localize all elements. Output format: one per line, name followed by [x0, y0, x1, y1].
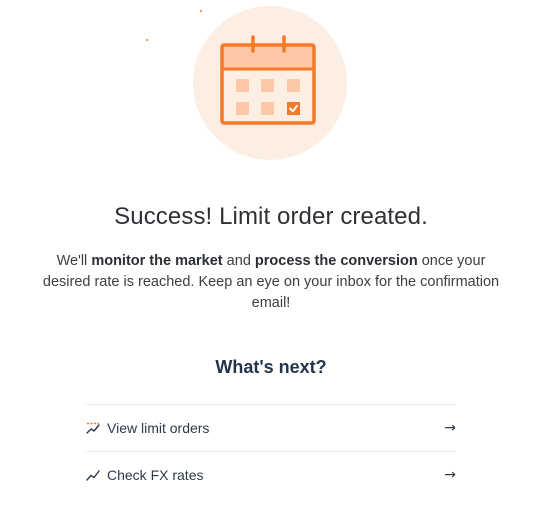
calendar-icon — [220, 35, 316, 125]
whats-next-heading: What's next? — [215, 357, 327, 377]
limit-orders-icon — [86, 421, 100, 435]
calendar-illustration — [193, 6, 347, 160]
page-title: Success! Limit order created. — [114, 203, 428, 230]
check-fx-rates-link[interactable]: Check FX rates → — [86, 452, 456, 498]
arrow-right-icon: → — [444, 420, 456, 436]
success-description: We'll monitor the market and process the… — [40, 251, 502, 314]
desc-text: We'll — [56, 253, 92, 269]
trend-chart-icon — [86, 468, 100, 482]
check-fx-rates-label: Check FX rates — [107, 467, 204, 483]
arrow-right-icon: → — [444, 467, 456, 483]
desc-bold-process: process the conversion — [254, 253, 418, 269]
view-limit-orders-label: View limit orders — [107, 420, 210, 436]
sparkle-dot — [146, 39, 148, 41]
desc-bold-monitor: monitor the market — [91, 253, 223, 269]
desc-text: and — [222, 253, 255, 269]
view-limit-orders-link[interactable]: View limit orders → — [86, 405, 456, 451]
